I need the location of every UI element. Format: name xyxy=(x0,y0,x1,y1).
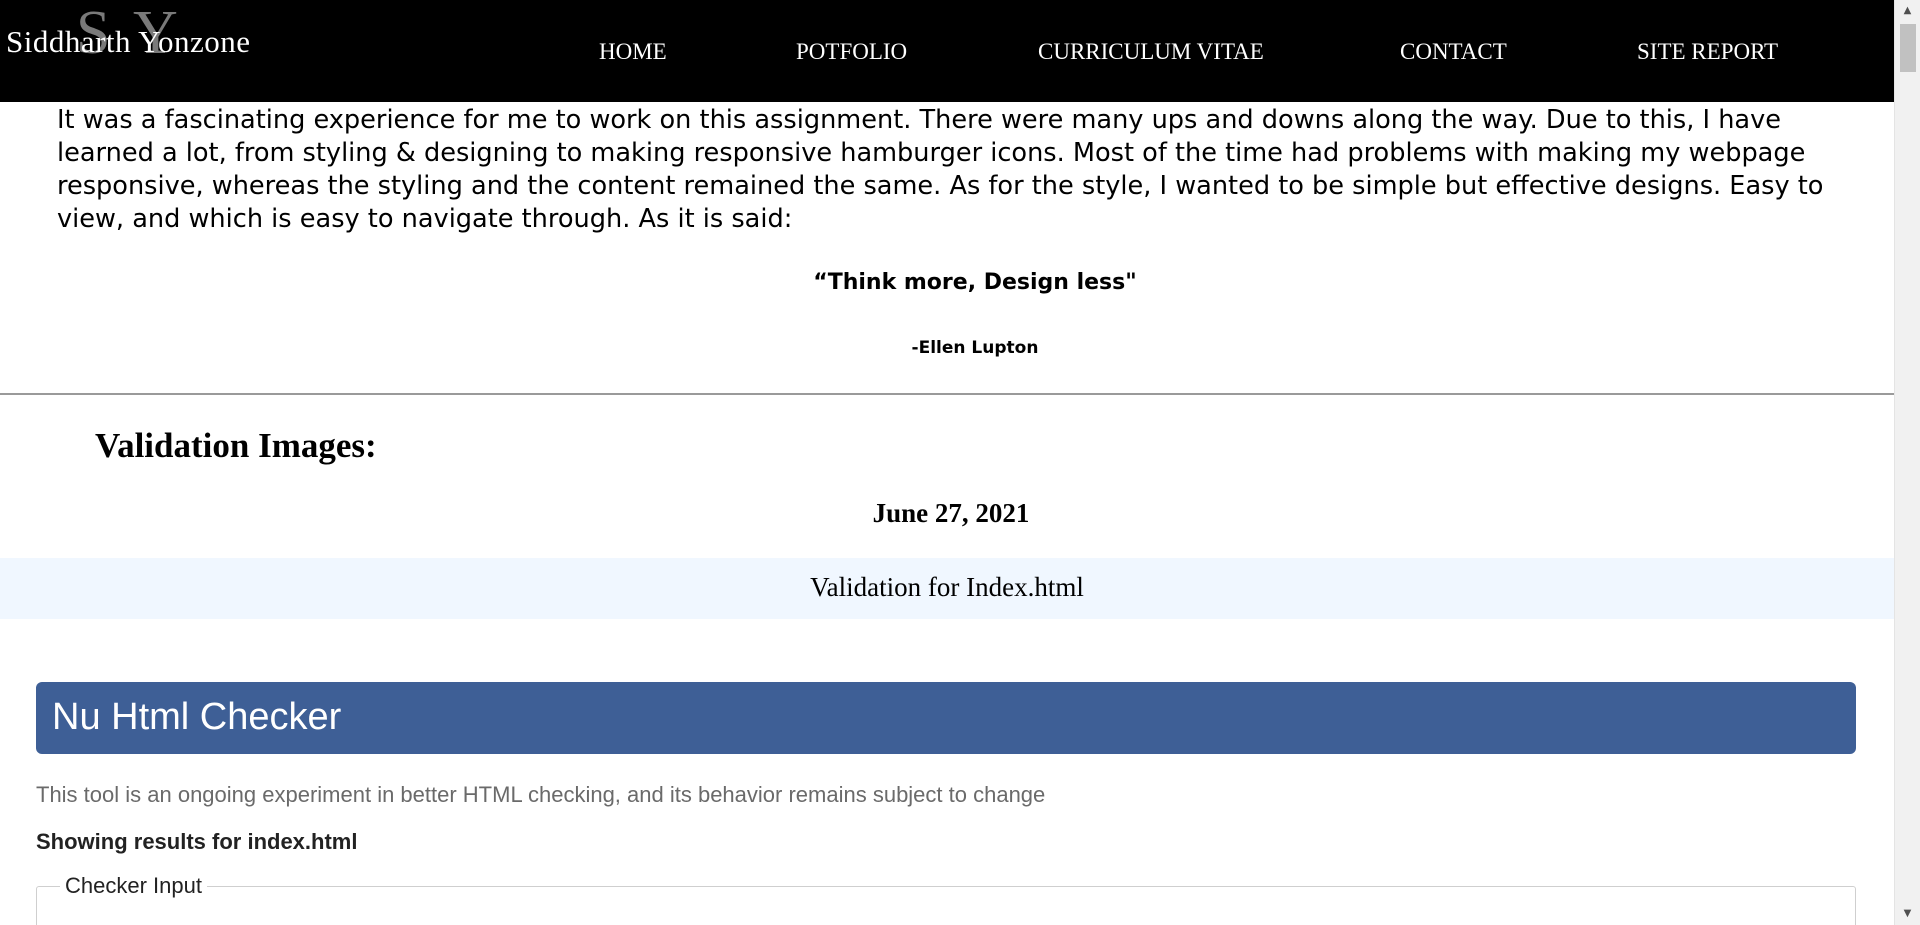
nav-portfolio[interactable]: POTFOLIO xyxy=(796,38,907,66)
section-divider xyxy=(0,393,1894,395)
checker-banner: Nu Html Checker xyxy=(36,682,1856,754)
validation-heading: Validation Images: xyxy=(95,426,377,465)
checker-results-heading: Showing results for index.html xyxy=(36,829,358,854)
quote: “Think more, Design less" xyxy=(813,270,1137,295)
checker-input-legend: Checker Input xyxy=(60,873,207,899)
validation-date: June 27, 2021 xyxy=(872,498,1030,528)
checker-note: This tool is an ongoing experiment in be… xyxy=(36,782,1046,807)
scroll-up-arrow-icon[interactable]: ▲ xyxy=(1895,0,1920,22)
main-nav: HOME POTFOLIO CURRICULUM VITAE CONTACT S… xyxy=(0,38,1894,68)
nav-contact[interactable]: CONTACT xyxy=(1400,38,1507,66)
checker-input-fieldset xyxy=(36,886,1856,925)
validation-band-title: Validation for Index.html xyxy=(810,572,1084,602)
scroll-thumb[interactable] xyxy=(1900,24,1916,72)
site-header: S Y Siddharth Yonzone HOME POTFOLIO CURR… xyxy=(0,0,1894,102)
checker-title: Nu Html Checker xyxy=(52,696,342,738)
validation-band: Validation for Index.html xyxy=(0,558,1894,619)
reflection-paragraph: It was a fascinating experience for me t… xyxy=(57,105,1824,234)
scroll-down-arrow-icon[interactable]: ▼ xyxy=(1895,903,1920,925)
page: S Y Siddharth Yonzone HOME POTFOLIO CURR… xyxy=(0,0,1894,925)
nav-site-report[interactable]: SITE REPORT xyxy=(1637,38,1778,66)
validation-screenshot: Nu Html Checker This tool is an ongoing … xyxy=(36,682,1856,925)
vertical-scrollbar[interactable]: ▲ ▼ xyxy=(1894,0,1920,925)
nav-curriculum-vitae[interactable]: CURRICULUM VITAE xyxy=(1038,38,1264,66)
quote-author: -Ellen Lupton xyxy=(911,338,1039,358)
nav-home[interactable]: HOME xyxy=(599,38,667,66)
